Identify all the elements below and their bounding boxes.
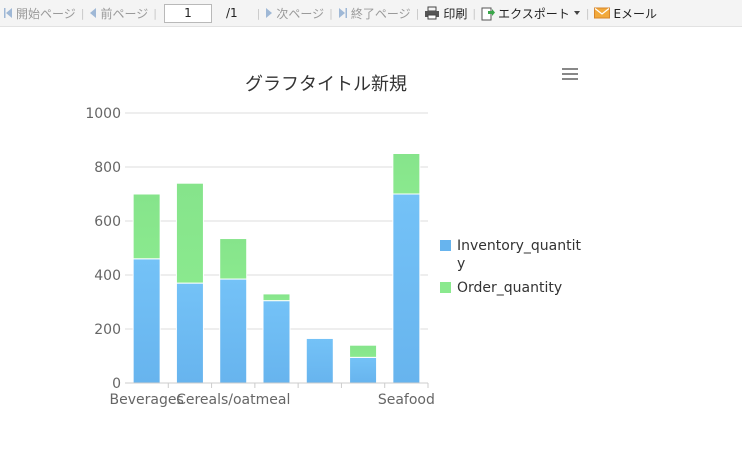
bar-inventory — [349, 356, 378, 384]
bar-inventory — [392, 193, 421, 384]
bar-inventory — [219, 278, 248, 384]
legend-label-inventory: Inventory_quantity — [457, 238, 581, 272]
y-tick-label: 600 — [94, 214, 121, 230]
x-tick-label: Cereals/oatmeal — [176, 392, 290, 408]
legend-item-order[interactable]: Order_quantity — [440, 279, 587, 297]
legend-item-inventory[interactable]: Inventory_quantity — [440, 237, 587, 273]
y-tick-label: 800 — [94, 160, 121, 176]
legend-swatch-order — [440, 282, 451, 293]
y-tick-label: 400 — [94, 268, 121, 284]
bar-inventory — [305, 337, 334, 384]
y-tick-label: 1000 — [85, 106, 121, 122]
y-tick-label: 0 — [112, 376, 121, 392]
bar-inventory — [262, 300, 291, 384]
x-tick-label: Beverages — [110, 392, 184, 408]
bar-order — [392, 153, 421, 195]
y-tick-label: 200 — [94, 322, 121, 338]
chart-legend: Inventory_quantity Order_quantity — [440, 237, 587, 303]
bar-order — [219, 238, 248, 280]
legend-swatch-inventory — [440, 240, 451, 251]
bar-order — [349, 344, 378, 358]
bar-inventory — [175, 282, 204, 384]
bar-order — [175, 182, 204, 284]
bar-inventory — [132, 258, 161, 384]
bar-order — [132, 193, 161, 260]
stacked-bar-chart: 0 200 400 600 800 1000 BeveragesCereals/oatmea… — [85, 106, 435, 408]
x-tick-label: Seafood — [378, 392, 435, 408]
bar-order — [262, 293, 291, 302]
legend-label-order: Order_quantity — [457, 280, 563, 296]
